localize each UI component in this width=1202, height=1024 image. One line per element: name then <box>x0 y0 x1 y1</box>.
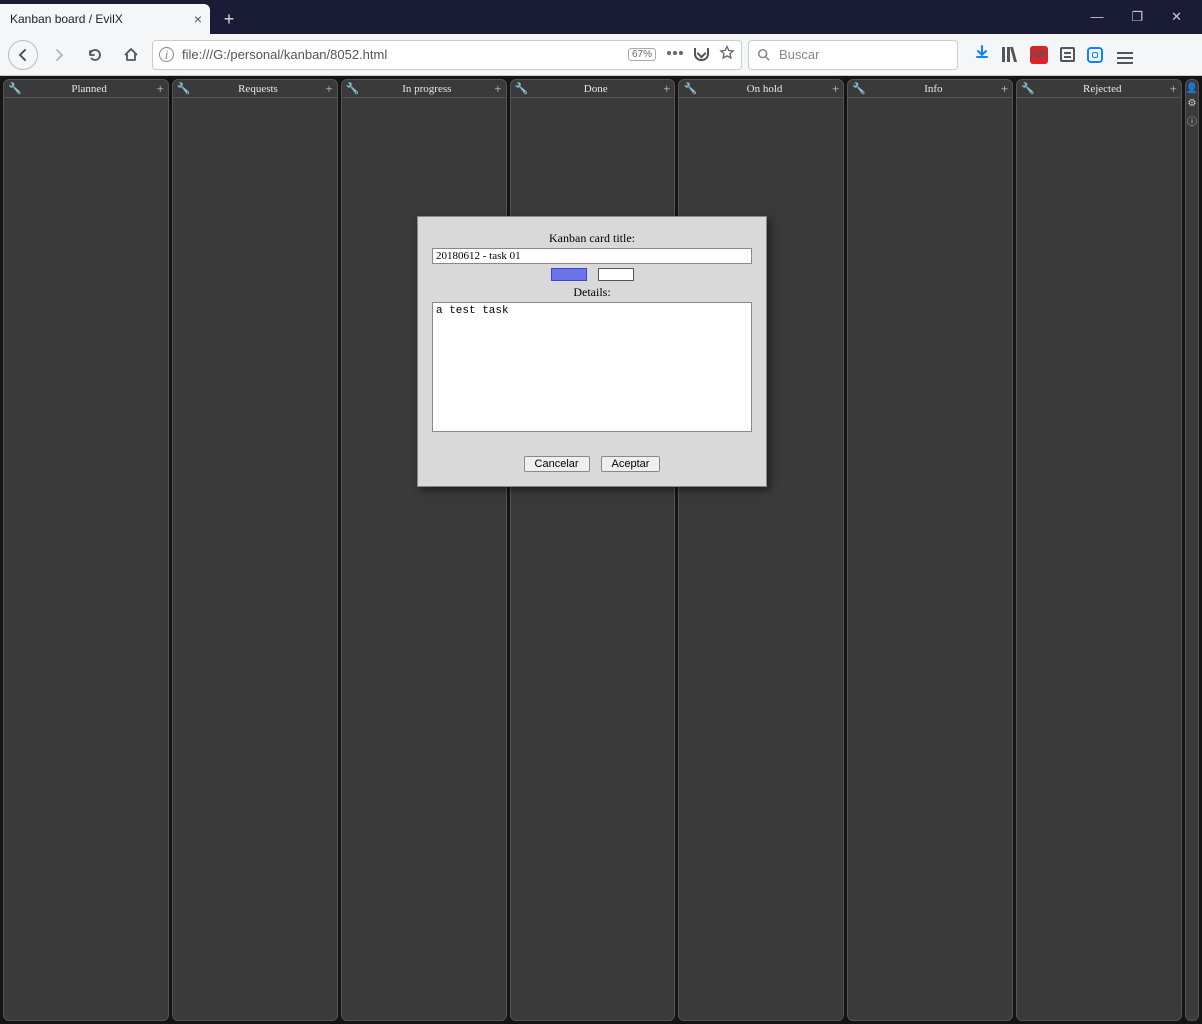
maximize-icon[interactable]: ❐ <box>1131 9 1143 25</box>
add-card-icon[interactable]: + <box>157 81 164 97</box>
column-title: In progress <box>359 83 494 95</box>
accept-button[interactable]: Aceptar <box>601 456 661 472</box>
column-title: Info <box>866 83 1001 95</box>
card-title-input[interactable] <box>432 248 752 264</box>
window-controls: — ❐ ✕ <box>1090 9 1202 25</box>
toolbar-right-icons: ABP <box>974 40 1135 70</box>
search-icon <box>757 48 771 62</box>
card-details-textarea[interactable] <box>432 302 752 432</box>
minimize-icon[interactable]: — <box>1090 9 1103 25</box>
column-title: Done <box>528 83 663 95</box>
add-card-icon[interactable]: + <box>1170 81 1177 97</box>
url-text: file:///G:/personal/kanban/8052.html <box>182 47 387 62</box>
card-edit-dialog: Kanban card title: Details: Cancelar Ace… <box>417 216 767 487</box>
add-card-icon[interactable]: + <box>832 81 839 97</box>
color-swatches <box>432 268 752 285</box>
column-requests: 🔧 Requests + <box>172 79 338 1021</box>
downloads-icon[interactable] <box>974 44 990 65</box>
close-tab-icon[interactable]: × <box>194 11 202 27</box>
column-planned: 🔧 Planned + <box>3 79 169 1021</box>
swatch-blue[interactable] <box>551 268 587 281</box>
search-box[interactable]: Buscar <box>748 40 958 70</box>
window-titlebar: Kanban board / EvilX × + — ❐ ✕ <box>0 0 1202 34</box>
swatch-white[interactable] <box>598 268 634 281</box>
tab-title: Kanban board / EvilX <box>10 12 123 26</box>
settings-icon[interactable]: ⚙ <box>1188 98 1197 109</box>
kanban-board: 🔧 Planned + 🔧 Requests + 🔧 In progress +… <box>0 76 1202 1024</box>
home-button[interactable] <box>116 40 146 70</box>
sidebar-icon[interactable] <box>1060 47 1075 62</box>
reload-button[interactable] <box>80 40 110 70</box>
close-window-icon[interactable]: ✕ <box>1171 9 1182 25</box>
card-details-label: Details: <box>432 285 752 300</box>
wrench-icon[interactable]: 🔧 <box>8 82 22 95</box>
bookmark-star-icon[interactable] <box>719 45 735 64</box>
hamburger-icon <box>1117 57 1133 59</box>
forward-button <box>44 40 74 70</box>
wrench-icon[interactable]: 🔧 <box>515 82 529 95</box>
add-card-icon[interactable]: + <box>663 81 670 97</box>
wrench-icon[interactable]: 🔧 <box>346 82 360 95</box>
column-info: 🔧 Info + <box>847 79 1013 1021</box>
page-actions-icon[interactable] <box>666 46 684 63</box>
extension-icon[interactable] <box>1087 47 1103 63</box>
column-title: On hold <box>697 83 832 95</box>
library-icon[interactable] <box>1002 47 1018 62</box>
site-info-icon[interactable]: i <box>159 47 174 62</box>
zoom-badge[interactable]: 67% <box>628 48 656 61</box>
add-card-icon[interactable]: + <box>1001 81 1008 97</box>
add-card-icon[interactable]: + <box>325 81 332 97</box>
back-button[interactable] <box>8 40 38 70</box>
cancel-button[interactable]: Cancelar <box>524 456 590 472</box>
add-card-icon[interactable]: + <box>494 81 501 97</box>
wrench-icon[interactable]: 🔧 <box>852 82 866 95</box>
help-icon[interactable]: ⓘ <box>1187 113 1197 128</box>
card-title-label: Kanban card title: <box>432 231 752 246</box>
url-bar[interactable]: i file:///G:/personal/kanban/8052.html 6… <box>152 40 742 70</box>
pocket-icon[interactable] <box>694 48 709 61</box>
new-tab-button[interactable]: + <box>214 4 244 34</box>
browser-tab[interactable]: Kanban board / EvilX × <box>0 4 210 34</box>
board-side-rail: 👤 ⚙ ⓘ <box>1185 79 1199 1021</box>
menu-button[interactable] <box>1115 40 1135 70</box>
adblock-icon[interactable]: ABP <box>1030 46 1048 64</box>
column-rejected: 🔧 Rejected + <box>1016 79 1182 1021</box>
wrench-icon[interactable]: 🔧 <box>1021 82 1035 95</box>
wrench-icon[interactable]: 🔧 <box>177 82 191 95</box>
wrench-icon[interactable]: 🔧 <box>683 82 697 95</box>
user-icon[interactable]: 👤 <box>1186 83 1198 94</box>
column-title: Planned <box>22 83 157 95</box>
search-placeholder: Buscar <box>779 47 819 62</box>
browser-toolbar: i file:///G:/personal/kanban/8052.html 6… <box>0 34 1202 76</box>
column-title: Rejected <box>1035 83 1170 95</box>
column-title: Requests <box>191 83 326 95</box>
